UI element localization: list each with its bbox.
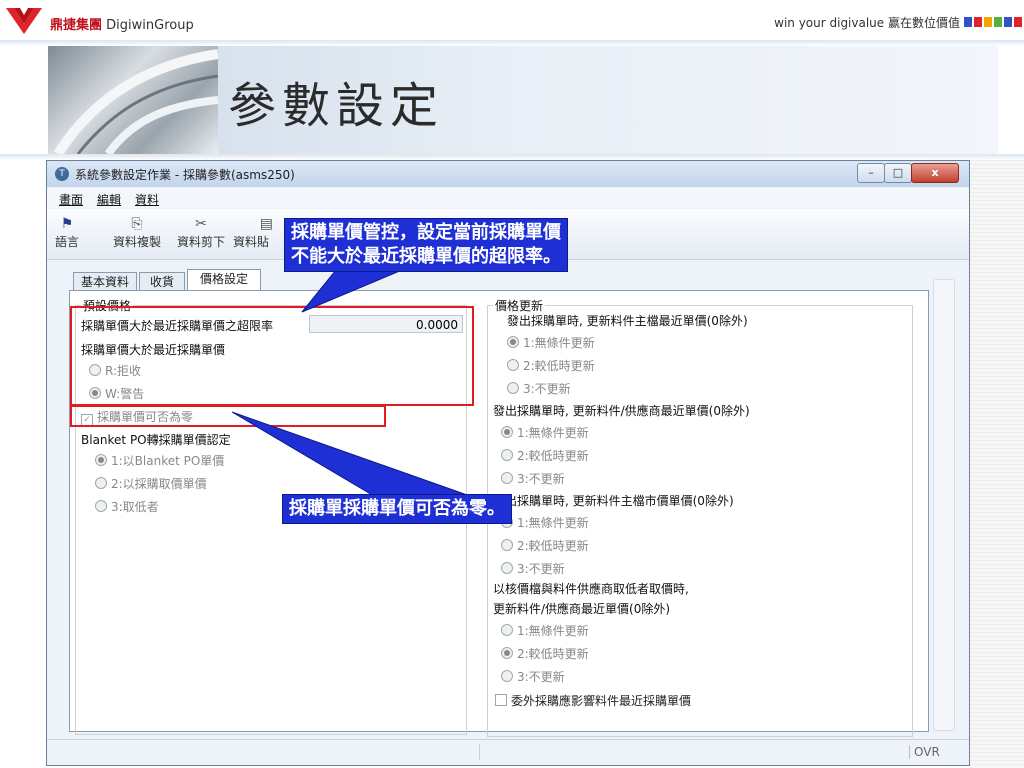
callout-rate-line1: 採購單價管控，設定當前採購單價 [291, 222, 561, 243]
callout-rate: 採購單價管控，設定當前採購單價 不能大於最近採購單價的超限率。 [284, 218, 568, 272]
callout-zero: 採購單採購單價可否為零。 [282, 494, 512, 524]
callout-pointers [231, 269, 471, 497]
callout-rate-line2: 不能大於最近採購單價的超限率。 [291, 246, 561, 267]
